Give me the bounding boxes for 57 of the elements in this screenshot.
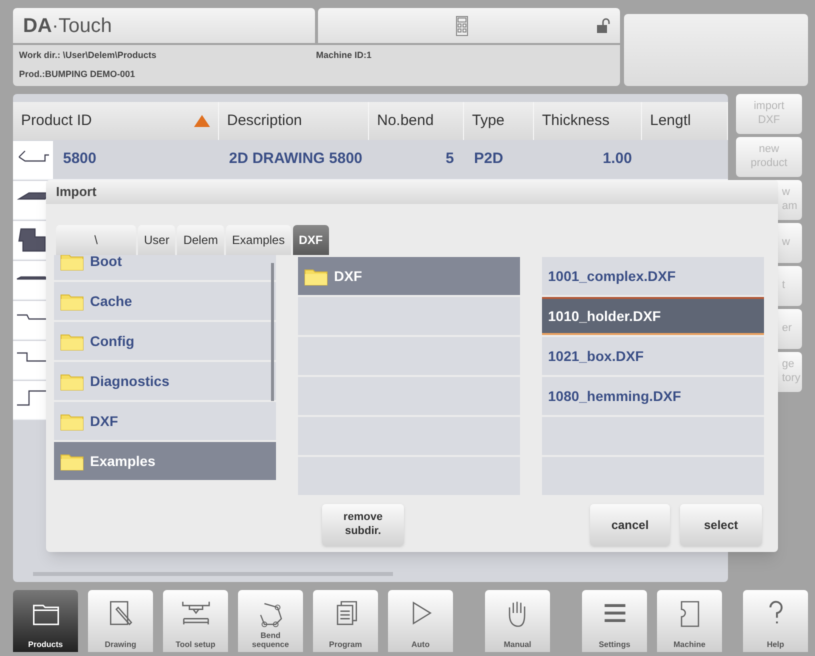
table-cell-text: 1.00 (602, 149, 633, 170)
path-tab[interactable]: Examples (226, 225, 291, 255)
table-cell-text: P2D (473, 149, 504, 170)
path-tab[interactable]: \ (56, 225, 136, 255)
column-header[interactable]: No.bend (377, 110, 434, 132)
folder-item[interactable]: Diagnostics (54, 362, 276, 400)
folder-icon (60, 292, 84, 310)
cancel-button[interactable]: cancel (590, 504, 670, 546)
folder-item[interactable]: Examples (54, 442, 276, 480)
toolbar-button[interactable]: Drawing (88, 590, 153, 652)
folder-item[interactable]: DXF (54, 402, 276, 440)
column-header[interactable]: Description (227, 110, 302, 132)
path-tab[interactable]: User (138, 225, 176, 255)
toolbar-button[interactable]: Program (313, 590, 378, 652)
folder-icon (60, 255, 84, 270)
folder-item[interactable]: DXF (298, 257, 520, 295)
dialog-title: Import (56, 183, 96, 202)
column-header[interactable]: Product ID (21, 110, 92, 132)
part-thumbnail (13, 140, 53, 178)
column-header[interactable]: Type (472, 110, 505, 132)
folder-item[interactable]: Boot (54, 255, 276, 280)
padlock-icon[interactable] (596, 18, 610, 34)
machine-id: Machine ID:1 (316, 49, 372, 62)
column-header[interactable]: Thickness (542, 110, 610, 132)
select-button[interactable]: select (680, 504, 762, 546)
folder-icon (60, 332, 84, 350)
file-item[interactable]: 1010_holder.DXF (542, 297, 764, 335)
logo: DA·Touch (23, 14, 112, 38)
calculator-icon[interactable] (456, 16, 468, 36)
remove-subdirectory-button[interactable]: remove subdir. (322, 504, 404, 546)
folder-icon (60, 372, 84, 390)
toolbar-button[interactable]: Bend sequence (238, 590, 303, 652)
toolbar-button[interactable]: Auto (388, 590, 453, 652)
table-cell-text: 2D DRAWING 5800 (228, 149, 364, 170)
folder-item[interactable]: Cache (54, 282, 276, 320)
toolbar-button[interactable]: Machine (657, 590, 722, 652)
product-name: Prod.:BUMPING DEMO-001 (19, 68, 136, 80)
path-tab[interactable]: Delem (177, 225, 224, 255)
file-item[interactable]: 1001_complex.DXF (542, 257, 764, 295)
toolbar-button[interactable]: Products (13, 590, 78, 652)
column-header[interactable]: Lengtl (650, 110, 691, 132)
toolbar-button[interactable]: Settings (582, 590, 647, 652)
sort-arrow-icon[interactable] (194, 115, 210, 127)
table-cell-text: 5 (444, 149, 455, 170)
table-cell-text: 5800 (62, 149, 98, 170)
folder-icon (60, 412, 84, 430)
toolbar-button[interactable]: Help (743, 590, 808, 652)
toolbar-button[interactable]: Tool setup (163, 590, 228, 652)
file-item[interactable]: 1080_hemming.DXF (542, 377, 764, 415)
path-tab[interactable]: DXF (292, 225, 329, 255)
work-directory: Work dir.: \User\Delem\Products (19, 49, 158, 62)
folder-icon (304, 266, 328, 286)
file-item[interactable]: 1021_box.DXF (542, 337, 764, 375)
folder-item[interactable]: Config (54, 322, 276, 360)
folder-icon (60, 452, 84, 470)
scrollbar[interactable] (271, 263, 274, 401)
toolbar-button[interactable]: Manual (485, 590, 550, 652)
